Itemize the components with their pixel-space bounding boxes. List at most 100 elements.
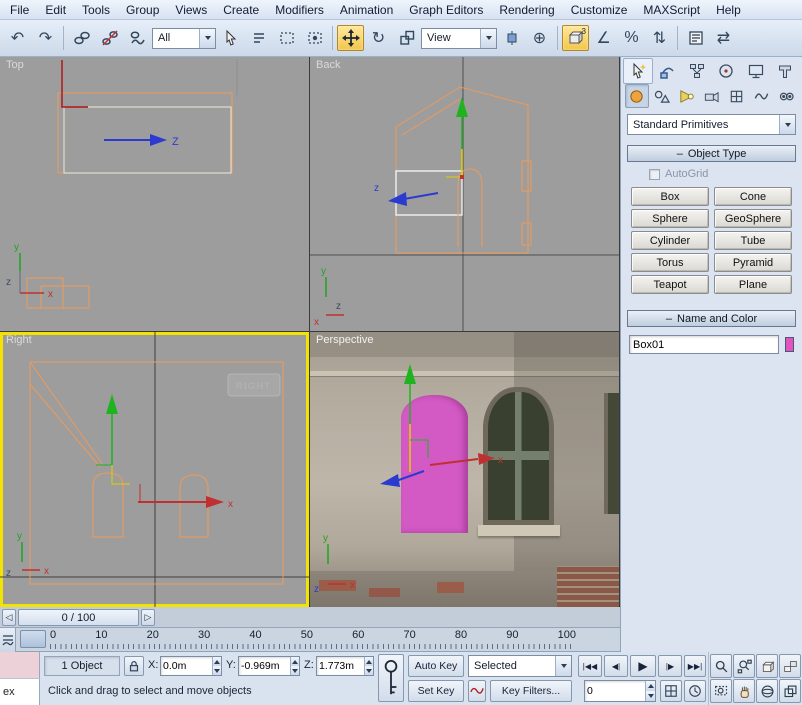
viewport-top-label[interactable]: Top (6, 59, 24, 71)
menu-edit[interactable]: Edit (37, 1, 74, 19)
zoom-icon[interactable] (710, 654, 732, 678)
tab-modify-icon[interactable] (653, 58, 683, 84)
pan-hand-icon[interactable] (733, 679, 755, 703)
undo-icon[interactable]: ↶ (4, 25, 31, 51)
time-configuration-icon[interactable] (684, 680, 706, 702)
mirror-icon[interactable]: ⇄ (710, 25, 737, 51)
select-by-name-icon[interactable] (245, 25, 272, 51)
z-coord-field[interactable] (316, 656, 374, 676)
object-name-input[interactable] (629, 335, 779, 354)
tab-utilities-icon[interactable] (771, 58, 801, 84)
time-slider-track[interactable]: ◁ 0 / 100 ▷ (0, 607, 620, 628)
y-coord-field[interactable] (238, 656, 300, 676)
pyramid-button[interactable]: Pyramid (714, 253, 792, 272)
name-and-color-rollout[interactable]: – Name and Color (627, 310, 796, 327)
redo-icon[interactable]: ↷ (32, 25, 59, 51)
geosphere-button[interactable]: GeoSphere (714, 209, 792, 228)
menu-group[interactable]: Group (118, 1, 167, 19)
dropdown-arrow-icon[interactable] (199, 29, 215, 48)
menu-modifiers[interactable]: Modifiers (267, 1, 332, 19)
go-to-end-icon[interactable]: ▶▶| (684, 655, 706, 677)
tab-motion-icon[interactable] (712, 58, 742, 84)
category-space-warps-icon[interactable] (749, 84, 773, 108)
bind-to-space-warp-icon[interactable] (124, 25, 151, 51)
viewport-right[interactable]: Right RIGHT (0, 332, 309, 607)
menu-create[interactable]: Create (215, 1, 267, 19)
mini-curve-editor-icon[interactable] (0, 628, 16, 652)
viewport-back-label[interactable]: Back (316, 59, 340, 71)
unlink-icon[interactable] (96, 25, 123, 51)
tab-display-icon[interactable] (741, 58, 771, 84)
window-crossing-icon[interactable] (301, 25, 328, 51)
z-spinner[interactable] (364, 657, 373, 675)
play-icon[interactable]: ▶ (630, 655, 656, 677)
category-helpers-icon[interactable] (724, 84, 748, 108)
previous-frame-icon[interactable]: ◀| (604, 655, 628, 677)
select-and-link-icon[interactable] (68, 25, 95, 51)
y-coord-input[interactable] (239, 660, 290, 672)
go-to-start-icon[interactable]: |◀◀ (578, 655, 602, 677)
plane-button[interactable]: Plane (714, 275, 792, 294)
z-coord-input[interactable] (317, 660, 364, 672)
track-bar[interactable]: 0 10 20 30 40 50 60 70 80 90 100 (0, 628, 620, 652)
select-and-scale-icon[interactable] (393, 25, 420, 51)
sphere-button[interactable]: Sphere (631, 209, 709, 228)
select-and-move-icon[interactable] (337, 25, 364, 51)
spinner-snap-icon[interactable]: ⇅ (646, 25, 673, 51)
select-and-manipulate-icon[interactable]: ⊕ (526, 25, 553, 51)
time-slider-next-icon[interactable]: ▷ (141, 609, 155, 626)
viewport-back[interactable]: Back z (310, 57, 619, 331)
move-gizmo[interactable]: x (96, 394, 233, 510)
arc-rotate-icon[interactable] (756, 679, 778, 703)
primitives-category-dropdown[interactable]: Standard Primitives (627, 114, 796, 135)
selection-lock-icon[interactable] (124, 656, 144, 676)
category-shapes-icon[interactable] (650, 84, 674, 108)
menu-graph-editors[interactable]: Graph Editors (401, 1, 491, 19)
viewport-perspective[interactable]: Perspective x y x (310, 332, 619, 607)
cylinder-button[interactable]: Cylinder (631, 231, 709, 250)
set-key-button[interactable]: Set Key (408, 680, 464, 702)
time-slider-handle[interactable]: 0 / 100 (18, 609, 139, 626)
tab-create-icon[interactable] (623, 58, 653, 84)
category-lights-icon[interactable] (675, 84, 699, 108)
x-coord-field[interactable] (160, 656, 222, 676)
category-systems-icon[interactable] (774, 84, 798, 108)
maximize-viewport-toggle-icon[interactable] (779, 679, 801, 703)
current-frame-field[interactable] (584, 680, 656, 702)
key-mode-dropdown[interactable]: Selected (468, 655, 572, 677)
angle-snap-icon[interactable]: ∠ (590, 25, 617, 51)
box-button[interactable]: Box (631, 187, 709, 206)
object-color-swatch[interactable] (785, 337, 794, 352)
rectangular-selection-region-icon[interactable] (273, 25, 300, 51)
next-frame-icon[interactable]: |▶ (658, 655, 682, 677)
current-frame-input[interactable] (585, 685, 645, 697)
menu-help[interactable]: Help (708, 1, 749, 19)
tube-button[interactable]: Tube (714, 231, 792, 250)
menu-views[interactable]: Views (167, 1, 215, 19)
x-spinner[interactable] (212, 657, 221, 675)
reference-coordinate-dropdown[interactable]: View (421, 28, 497, 49)
object-type-rollout[interactable]: – Object Type (627, 145, 796, 162)
select-object-icon[interactable] (217, 25, 244, 51)
field-of-view-icon[interactable] (710, 679, 732, 703)
use-pivot-center-icon[interactable] (498, 25, 525, 51)
zoom-extents-all-icon[interactable] (779, 654, 801, 678)
dropdown-arrow-icon[interactable] (480, 29, 496, 48)
x-coord-input[interactable] (161, 660, 212, 672)
y-spinner[interactable] (290, 657, 299, 675)
selection-filter-dropdown[interactable]: All (152, 28, 216, 49)
zoom-extents-icon[interactable] (756, 654, 778, 678)
zoom-all-icon[interactable] (733, 654, 755, 678)
new-key-curve-icon[interactable] (468, 680, 486, 702)
time-slider-prev-icon[interactable]: ◁ (2, 609, 16, 626)
dropdown-arrow-icon[interactable] (779, 115, 795, 134)
snaps-toggle-icon[interactable]: 3 (562, 25, 589, 51)
viewport-right-label[interactable]: Right (6, 334, 32, 346)
category-cameras-icon[interactable] (700, 84, 724, 108)
move-gizmo[interactable]: z (374, 97, 468, 206)
tab-hierarchy-icon[interactable] (682, 58, 712, 84)
key-filters-button[interactable]: Key Filters... (490, 680, 572, 702)
menu-file[interactable]: File (2, 1, 37, 19)
maxscript-listener-pane[interactable]: ex (0, 679, 40, 705)
category-geometry-icon[interactable] (625, 84, 649, 108)
